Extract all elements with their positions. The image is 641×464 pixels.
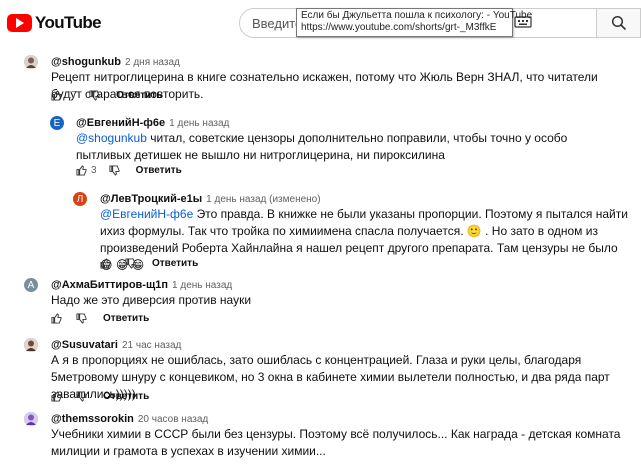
thumb-up-icon[interactable]: [51, 391, 62, 402]
comment-body: читал, советские цензоры дополнительно п…: [76, 131, 568, 162]
avatar-letter: Л: [76, 193, 84, 205]
avatar-illustration-icon: [24, 55, 38, 69]
thumb-up-icon[interactable]: [100, 258, 111, 269]
mention-link[interactable]: @shogunkub: [76, 131, 147, 145]
avatar[interactable]: [24, 55, 38, 69]
comment-header: @ЕвгенийН-ф6е 1 день назад: [76, 117, 229, 129]
thumb-down-icon[interactable]: [125, 258, 136, 269]
reply-button[interactable]: Ответить: [136, 165, 182, 176]
comment-actions: 17 Ответить: [51, 90, 162, 101]
youtube-logo[interactable]: YouTube: [7, 13, 102, 33]
reply-button[interactable]: Ответить: [103, 313, 149, 324]
mention-link[interactable]: @ЕвгенийН-ф6е: [100, 207, 193, 221]
thumb-down-icon[interactable]: [76, 313, 87, 324]
thumb-down-icon[interactable]: [89, 90, 100, 101]
comment-header: @themssorokin 20 часов назад: [51, 413, 208, 425]
comment-time[interactable]: 2 дня назад: [125, 57, 180, 68]
search-icon: [611, 15, 627, 31]
like-count: 3: [91, 165, 97, 176]
comment-actions: Ответить: [51, 313, 149, 324]
avatar[interactable]: [24, 412, 38, 426]
reply-button[interactable]: Ответить: [103, 391, 149, 402]
avatar-letter: А: [27, 279, 35, 291]
avatar-letter: Е: [53, 117, 61, 129]
avatar-illustration-icon: [24, 412, 38, 426]
comment-header: @shogunkub 2 дня назад: [51, 56, 180, 68]
tooltip-url: https://www.youtube.com/shorts/grt-_M3ff…: [301, 22, 497, 33]
thumb-down-icon[interactable]: [76, 391, 87, 402]
search-button[interactable]: [597, 8, 641, 38]
thumb-down-icon[interactable]: [109, 165, 120, 176]
avatar[interactable]: Л: [73, 192, 87, 206]
comment-author[interactable]: @ЛевТроцкий-е1ы: [100, 193, 202, 205]
comment-author[interactable]: @Susuvatari: [51, 339, 118, 351]
comment-time[interactable]: 21 час назад: [122, 340, 181, 351]
like-count: 17: [66, 90, 78, 101]
comment-header: @ЛевТроцкий-е1ы 1 день назад (изменено): [100, 193, 321, 205]
tab-tooltip: Если бы Джульетта пошла к психологу: - Y…: [296, 8, 533, 37]
comment-actions: 3 Ответить: [76, 165, 182, 176]
comment-author[interactable]: @themssorokin: [51, 413, 134, 425]
comment-author[interactable]: @shogunkub: [51, 56, 121, 68]
avatar[interactable]: А: [24, 278, 38, 292]
comment-time[interactable]: 1 день назад: [169, 118, 229, 129]
logo-text: YouTube: [35, 13, 102, 32]
comment-author[interactable]: @ЕвгенийН-ф6е: [76, 117, 165, 129]
comment-header: @Susuvatari 21 час назад: [51, 339, 181, 351]
comment-time[interactable]: 1 день назад: [172, 280, 232, 291]
top-bar: YouTube Введите Если бы Джульетта пошла …: [0, 0, 641, 44]
comment-actions: Ответить: [51, 391, 149, 402]
comment-time[interactable]: 20 часов назад: [138, 414, 208, 425]
thumb-up-icon[interactable]: [51, 313, 62, 324]
reply-button[interactable]: Ответить: [152, 258, 198, 269]
comment-text: Надо же это диверсия против науки: [51, 293, 252, 307]
play-icon: [7, 14, 32, 32]
comment-time[interactable]: 1 день назад (изменено): [206, 194, 320, 205]
avatar[interactable]: [24, 338, 38, 352]
comment-text: Учебники химии в СССР были без цензуры. …: [51, 427, 621, 458]
comment-author[interactable]: @АхмаБиттиров-щ1п: [51, 279, 168, 291]
comment-header: @АхмаБиттиров-щ1п 1 день назад: [51, 279, 232, 291]
search-input-text: Введите: [252, 16, 303, 31]
avatar-illustration-icon: [24, 338, 38, 352]
tooltip-title: Если бы Джульетта пошла к психологу: - Y…: [301, 10, 533, 21]
comment-actions: Ответить: [100, 258, 198, 269]
avatar[interactable]: Е: [50, 116, 64, 130]
thumb-up-icon[interactable]: [76, 165, 87, 176]
comment-text: @shogunkub читал, советские цензоры допо…: [76, 130, 621, 164]
reply-button[interactable]: Ответить: [116, 90, 162, 101]
thumb-up-icon[interactable]: [51, 90, 62, 101]
